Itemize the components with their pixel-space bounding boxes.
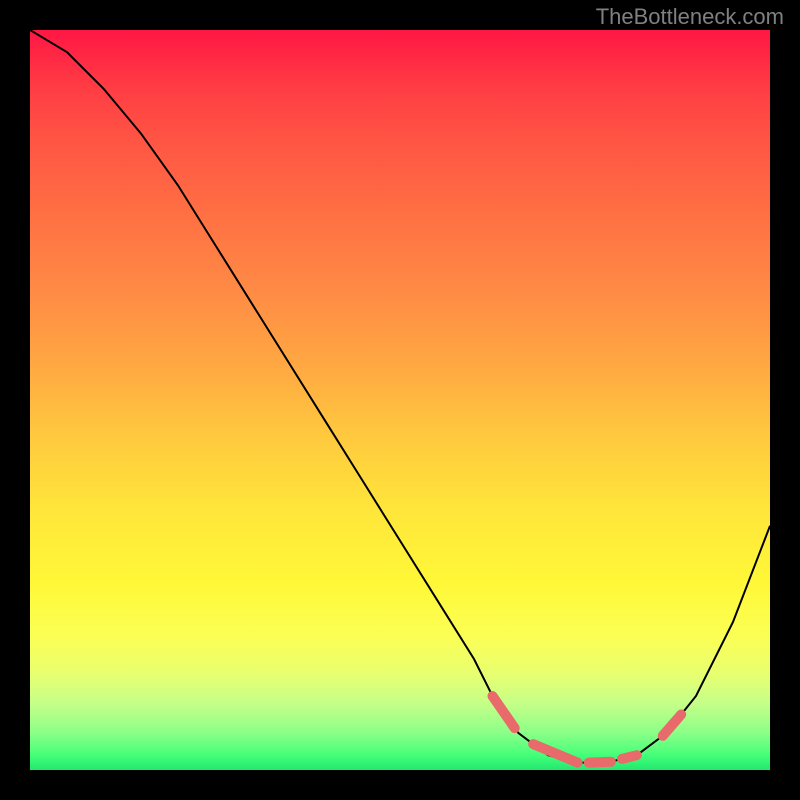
highlight-segment — [622, 755, 637, 759]
chart-plot-area — [30, 30, 770, 770]
highlight-segment — [493, 696, 515, 728]
highlight-segment — [533, 744, 577, 763]
highlight-markers — [493, 696, 682, 763]
highlight-segment — [589, 762, 611, 763]
bottleneck-curve — [30, 30, 770, 763]
chart-svg — [30, 30, 770, 770]
highlight-segment — [663, 715, 682, 736]
attribution-text: TheBottleneck.com — [596, 4, 784, 30]
